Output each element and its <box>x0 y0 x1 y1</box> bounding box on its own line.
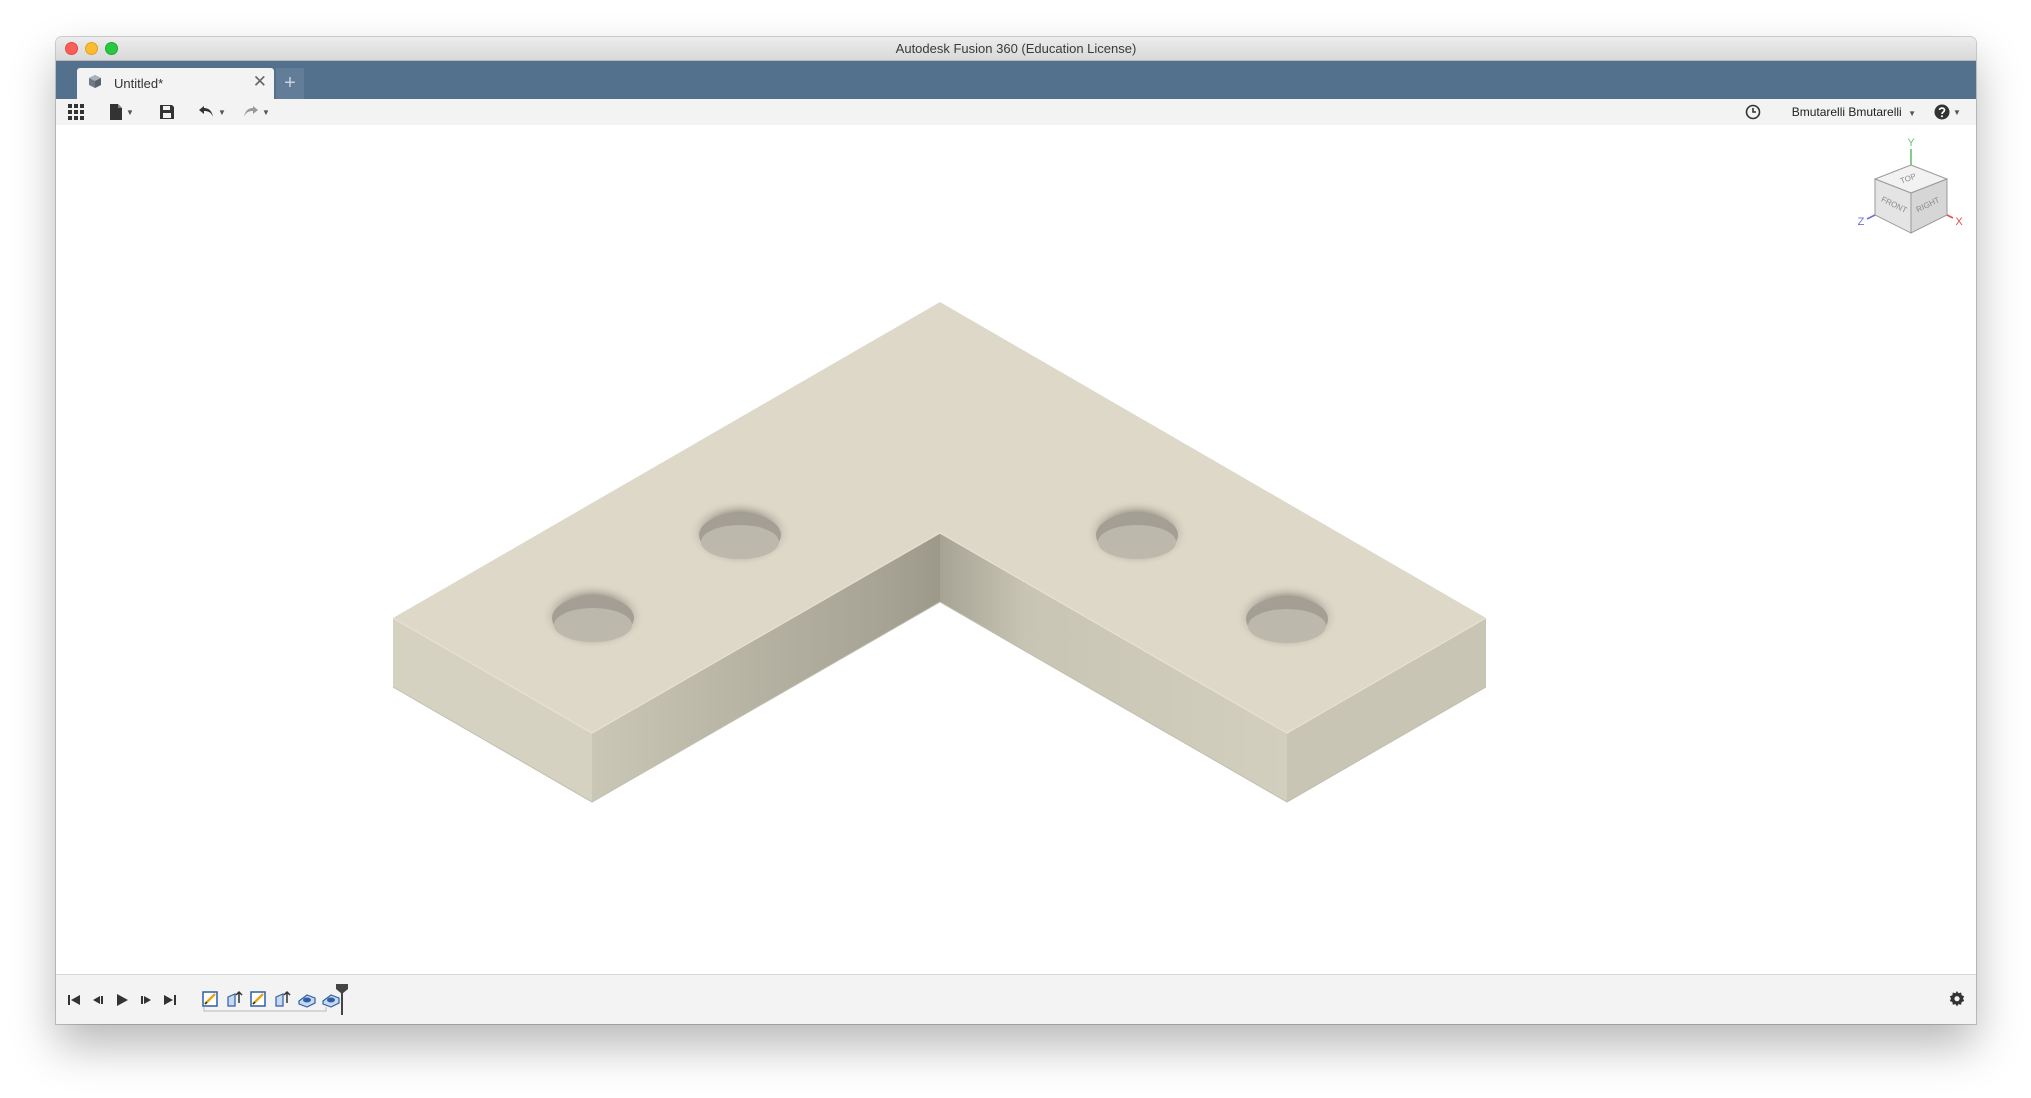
close-tab-icon[interactable]: ✕ <box>253 73 267 91</box>
redo-icon <box>244 106 258 117</box>
gear-icon[interactable] <box>1948 990 1966 1008</box>
hole[interactable] <box>1235 584 1339 650</box>
y-axis-label: Y <box>1907 137 1915 149</box>
save-button[interactable] <box>159 102 175 122</box>
hole[interactable] <box>688 500 792 566</box>
user-account-menu[interactable]: Bmutarelli Bmutarelli ▼ <box>1792 105 1916 119</box>
document-tab-label: Untitled* <box>114 76 164 91</box>
chevron-down-icon: ▼ <box>1908 109 1916 118</box>
chevron-down-icon: ▼ <box>1953 107 1961 117</box>
app-window: Autodesk Fusion 360 (Education License) … <box>56 37 1976 1024</box>
view-cube[interactable]: TOP FRONT RIGHT Y Z X <box>1858 137 1964 234</box>
model-top-face[interactable] <box>393 302 1486 733</box>
chevron-down-icon: ▼ <box>126 107 134 117</box>
quick-access-toolbar: ▼ ▼ ▼ Bmutarelli Bmutarelli ▼ ▼ <box>56 99 1976 125</box>
hole[interactable] <box>541 583 645 649</box>
title-bar: Autodesk Fusion 360 (Education License) <box>56 37 1976 61</box>
model-canvas: TOP FRONT RIGHT Y Z X <box>392 137 1964 803</box>
z-axis-line <box>1866 214 1876 220</box>
window-title: Autodesk Fusion 360 (Education License) <box>895 41 1137 56</box>
timeline-group-bracket <box>203 1007 327 1012</box>
job-status-button[interactable] <box>1745 102 1761 122</box>
document-cube-icon <box>87 74 103 95</box>
hole[interactable] <box>1085 500 1189 566</box>
clock-icon <box>1745 104 1761 120</box>
step-back-icon[interactable] <box>89 991 107 1009</box>
user-name: Bmutarelli Bmutarelli <box>1791 105 1902 119</box>
help-icon <box>1934 104 1950 120</box>
undo-button[interactable]: ▼ <box>198 102 226 122</box>
hole-icon[interactable] <box>297 989 317 1009</box>
z-axis-label: Z <box>1858 216 1865 228</box>
chevron-down-icon: ▼ <box>262 107 270 117</box>
step-forward-icon[interactable] <box>137 991 155 1009</box>
file-icon <box>110 104 122 120</box>
new-tab-button[interactable]: + <box>276 68 304 99</box>
extrude-icon[interactable] <box>273 989 293 1009</box>
play-icon[interactable] <box>113 991 131 1009</box>
document-tab[interactable]: Untitled* ✕ <box>77 68 274 99</box>
chevron-down-icon: ▼ <box>218 107 226 117</box>
redo-button[interactable]: ▼ <box>242 102 270 122</box>
data-panel-button[interactable] <box>68 102 84 122</box>
go-to-end-icon[interactable] <box>161 991 179 1009</box>
canvas-viewport[interactable]: TOP FRONT RIGHT Y Z X <box>56 125 1976 973</box>
sketch-icon[interactable] <box>201 989 221 1009</box>
grid-icon <box>68 104 84 120</box>
timeline-marker-handle[interactable] <box>335 983 349 1015</box>
timeline-bar <box>56 974 1976 1024</box>
sketch-icon[interactable] <box>249 989 269 1009</box>
go-to-start-icon[interactable] <box>65 991 83 1009</box>
extrude-icon[interactable] <box>225 989 245 1009</box>
x-axis-label: X <box>1955 216 1963 228</box>
save-icon <box>160 105 174 119</box>
file-menu-button[interactable]: ▼ <box>109 102 134 122</box>
document-tab-bar: Untitled* ✕ + <box>56 61 1976 99</box>
help-button[interactable]: ▼ <box>1934 102 1961 122</box>
undo-icon <box>199 106 213 117</box>
x-axis-line <box>1946 214 1954 219</box>
